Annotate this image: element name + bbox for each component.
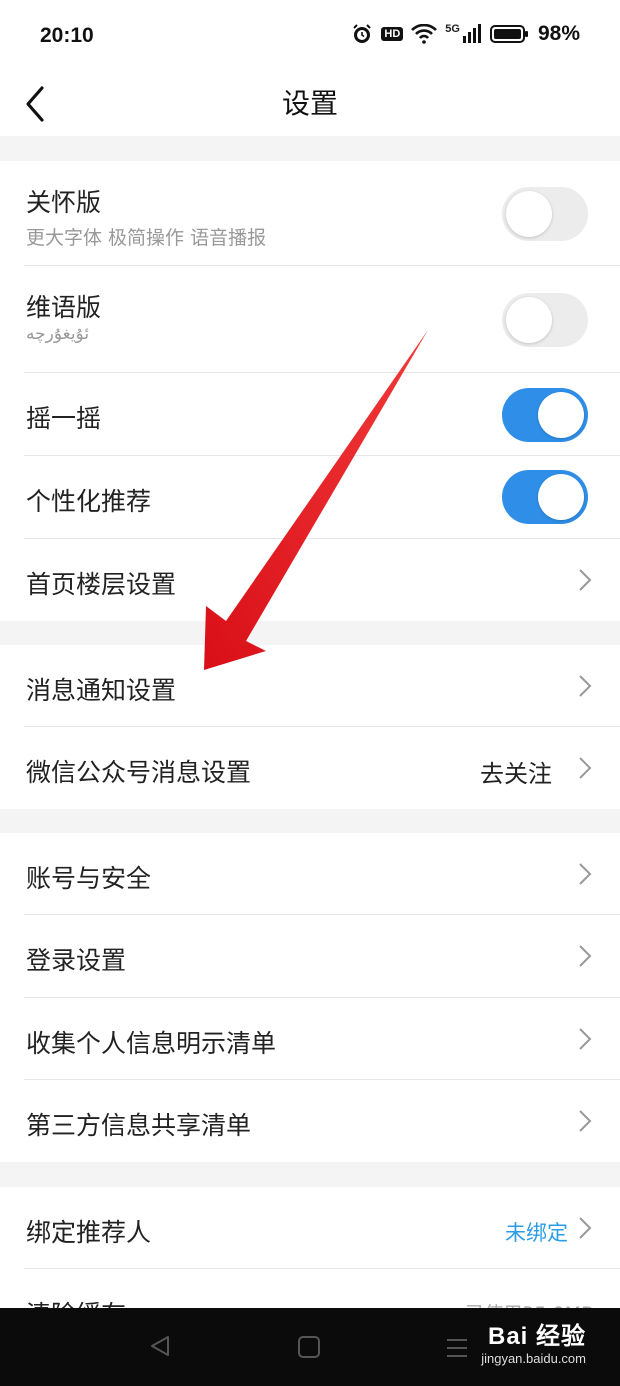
battery-icon (489, 25, 528, 43)
account-security-row[interactable]: 账号与安全 (0, 833, 620, 915)
chevron-right-icon (579, 1110, 592, 1132)
message-notify-label: 消息通知设置 (26, 676, 177, 705)
third-party-row[interactable]: 第三方信息共享清单 (0, 1080, 620, 1162)
nav-back-icon[interactable] (148, 1334, 172, 1358)
status-time: 20:10 (40, 24, 94, 47)
chevron-right-icon (579, 1217, 592, 1239)
status-icons: HD 5G 98% (351, 22, 580, 46)
wechat-official-value: 去关注 (480, 760, 552, 788)
home-floor-row[interactable]: 首页楼层设置 (0, 539, 620, 621)
personal-info-row[interactable]: 收集个人信息明示清单 (0, 998, 620, 1080)
watermark-url: jingyan.baidu.com (481, 1351, 586, 1366)
care-mode-row[interactable]: 关怀版 更大字体 极简操作 语音播报 (0, 161, 620, 266)
personalized-label: 个性化推荐 (26, 487, 152, 516)
personalized-toggle[interactable] (502, 470, 588, 524)
baidu-jingyan-watermark: Bai 经验 jingyan.baidu.com (481, 1316, 586, 1366)
nav-home-icon[interactable] (298, 1336, 320, 1358)
toggle-knob (506, 191, 552, 237)
chevron-right-icon (579, 569, 592, 591)
personal-info-label: 收集个人信息明示清单 (26, 1029, 277, 1058)
chevron-right-icon (579, 945, 592, 967)
bind-referrer-row[interactable]: 绑定推荐人 未绑定 (0, 1187, 620, 1269)
uyghur-mode-row[interactable]: 维语版 ئۇيغۇرچە (0, 266, 620, 373)
care-mode-toggle[interactable] (502, 187, 588, 241)
care-mode-subtitle: 更大字体 极简操作 语音播报 (26, 227, 267, 249)
wechat-official-label: 微信公众号消息设置 (26, 758, 252, 787)
shake-label: 摇一摇 (26, 404, 102, 433)
toggle-knob (538, 474, 584, 520)
battery-percent: 98% (537, 22, 580, 45)
network-label: 5G (445, 23, 460, 35)
message-notify-row[interactable]: 消息通知设置 (0, 645, 620, 727)
third-party-label: 第三方信息共享清单 (26, 1111, 252, 1140)
chevron-right-icon (579, 757, 592, 779)
wechat-official-row[interactable]: 微信公众号消息设置 去关注 (0, 727, 620, 809)
nav-menu-icon[interactable] (446, 1338, 468, 1358)
wifi-icon (411, 24, 438, 44)
header: 设置 (0, 70, 620, 136)
login-settings-label: 登录设置 (26, 946, 127, 975)
shake-row[interactable]: 摇一摇 (0, 373, 620, 456)
status-bar: 20:10 HD 5G 98% (0, 0, 620, 70)
personalized-row[interactable]: 个性化推荐 (0, 456, 620, 539)
hd-icon: HD (381, 27, 404, 41)
watermark-logo-text: Bai 经验 (487, 1323, 586, 1350)
chevron-right-icon (579, 1028, 592, 1050)
bind-referrer-value: 未绑定 (505, 1221, 568, 1245)
signal-5g-icon: 5G (445, 24, 482, 44)
account-security-label: 账号与安全 (26, 864, 152, 893)
login-settings-row[interactable]: 登录设置 (0, 915, 620, 998)
uyghur-mode-subtitle: ئۇيغۇرچە (26, 324, 90, 344)
page-title: 设置 (281, 87, 338, 120)
uyghur-mode-label: 维语版 (26, 293, 102, 322)
care-mode-label: 关怀版 (26, 188, 102, 217)
toggle-knob (506, 297, 552, 343)
shake-toggle[interactable] (502, 388, 588, 442)
alarm-icon (353, 24, 372, 43)
home-floor-label: 首页楼层设置 (26, 570, 177, 599)
bind-referrer-label: 绑定推荐人 (26, 1218, 152, 1247)
toggle-knob (538, 392, 584, 438)
uyghur-mode-toggle[interactable] (502, 293, 588, 347)
chevron-right-icon (579, 863, 592, 885)
chevron-right-icon (579, 675, 592, 697)
